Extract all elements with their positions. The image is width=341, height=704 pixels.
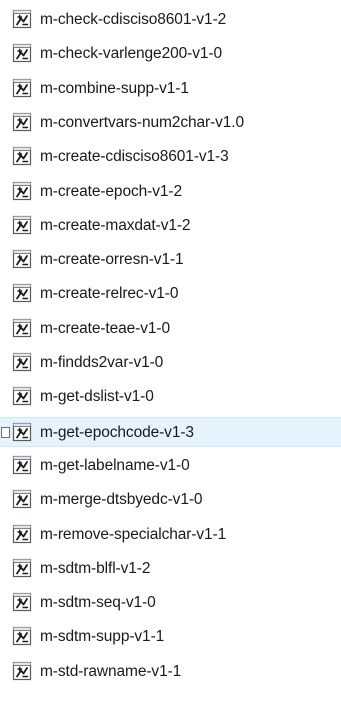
file-item[interactable]: m-get-labelname-v1-0 <box>0 451 341 481</box>
sas-program-icon <box>12 455 32 475</box>
sas-program-icon <box>12 592 32 612</box>
file-name-label: m-create-teae-v1-0 <box>40 319 170 337</box>
file-item[interactable]: m-create-teae-v1-0 <box>0 314 341 344</box>
sas-program-icon <box>12 43 32 63</box>
file-name-label: m-sdtm-supp-v1-1 <box>40 628 165 646</box>
file-item[interactable]: m-combine-supp-v1-1 <box>0 74 341 104</box>
sas-program-icon <box>12 249 32 269</box>
file-item[interactable]: m-create-orresn-v1-1 <box>0 245 341 275</box>
sas-program-icon <box>12 386 32 406</box>
file-item[interactable]: m-create-relrec-v1-0 <box>0 279 341 309</box>
file-item[interactable]: m-get-dslist-v1-0 <box>0 382 341 412</box>
file-item[interactable]: m-check-varlenge200-v1-0 <box>0 39 341 69</box>
sas-program-icon <box>12 558 32 578</box>
sas-program-icon <box>12 489 32 509</box>
file-name-label: m-check-varlenge200-v1-0 <box>40 45 222 63</box>
file-item[interactable]: m-create-epoch-v1-2 <box>0 177 341 207</box>
sas-program-icon <box>12 626 32 646</box>
file-item[interactable]: m-sdtm-supp-v1-1 <box>0 622 341 652</box>
file-name-label: m-get-epochcode-v1-3 <box>40 423 194 441</box>
file-name-label: m-get-dslist-v1-0 <box>40 388 154 406</box>
file-name-label: m-remove-specialchar-v1-1 <box>40 525 227 543</box>
file-name-label: m-create-epoch-v1-2 <box>40 182 182 200</box>
file-item[interactable]: m-convertvars-num2char-v1.0 <box>0 108 341 138</box>
file-item[interactable]: m-get-epochcode-v1-3 <box>0 416 341 447</box>
file-name-label: m-get-labelname-v1-0 <box>40 456 190 474</box>
file-item[interactable]: m-sdtm-blfl-v1-2 <box>0 554 341 584</box>
file-name-label: m-combine-supp-v1-1 <box>40 79 189 97</box>
sas-program-icon <box>12 352 32 372</box>
sas-program-icon <box>12 9 32 29</box>
file-item[interactable]: m-create-cdisciso8601-v1-3 <box>0 142 341 172</box>
file-name-label: m-create-cdisciso8601-v1-3 <box>40 148 229 166</box>
sas-program-icon <box>12 112 32 132</box>
sas-program-icon <box>12 146 32 166</box>
file-name-label: m-check-cdisciso8601-v1-2 <box>40 11 227 28</box>
sas-program-icon <box>12 283 32 303</box>
file-name-label: m-findds2var-v1-0 <box>40 354 164 371</box>
file-name-label: m-std-rawname-v1-1 <box>40 662 182 680</box>
sas-program-icon <box>12 422 32 442</box>
file-name-label: m-create-orresn-v1-1 <box>40 251 184 269</box>
file-item[interactable]: m-findds2var-v1-0 <box>0 348 341 378</box>
file-item[interactable]: m-create-maxdat-v1-2 <box>0 211 341 241</box>
file-item[interactable]: m-sdtm-seq-v1-0 <box>0 588 341 618</box>
file-item[interactable]: m-remove-specialchar-v1-1 <box>0 520 341 550</box>
sas-program-icon <box>12 181 32 201</box>
file-item[interactable]: m-check-cdisciso8601-v1-2 <box>0 5 341 35</box>
sas-program-icon <box>12 215 32 235</box>
file-list: m-check-cdisciso8601-v1-2 m-check-varlen… <box>0 0 341 704</box>
file-name-label: m-sdtm-seq-v1-0 <box>40 594 156 612</box>
sas-program-icon <box>12 78 32 98</box>
sas-program-icon <box>12 318 32 338</box>
sas-program-icon <box>12 524 32 544</box>
file-name-label: m-create-relrec-v1-0 <box>40 285 179 303</box>
file-name-label: m-convertvars-num2char-v1.0 <box>40 113 245 131</box>
sas-program-icon <box>12 661 32 681</box>
item-checkbox[interactable] <box>1 426 10 438</box>
file-name-label: m-create-maxdat-v1-2 <box>40 216 191 234</box>
file-item[interactable]: m-std-rawname-v1-1 <box>0 657 341 687</box>
file-item[interactable]: m-merge-dtsbyedc-v1-0 <box>0 485 341 515</box>
file-name-label: m-sdtm-blfl-v1-2 <box>40 559 151 577</box>
file-name-label: m-merge-dtsbyedc-v1-0 <box>40 491 203 509</box>
